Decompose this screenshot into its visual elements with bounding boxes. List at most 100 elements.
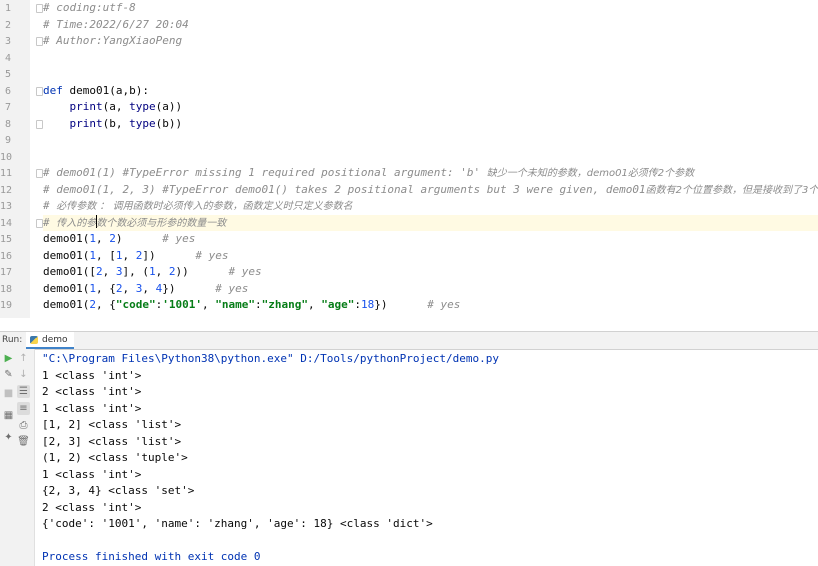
code-token: ,	[155, 265, 169, 278]
code-line: # Time:2022/6/27 20:04	[43, 17, 189, 34]
code-token: print	[69, 100, 103, 113]
soft-wrap-icon[interactable]: ☰	[17, 385, 30, 398]
run-tool-window-header: Run: demo	[0, 331, 818, 350]
console-line: "C:\Program Files\Python38\python.exe" D…	[42, 352, 499, 365]
fold-marker-icon[interactable]	[36, 4, 43, 13]
code-token: (a))	[155, 100, 183, 113]
code-line: print(b, type(b))	[43, 116, 183, 133]
code-token: ,	[307, 298, 322, 311]
line-number: 10	[0, 151, 13, 163]
run-label: Run:	[2, 335, 23, 345]
line-number: 13	[0, 201, 13, 212]
code-token: (a,	[102, 100, 130, 113]
code-token: 1	[89, 248, 96, 262]
code-token: # yes	[215, 281, 249, 295]
code-token: 缺少一个未知的参数，demo01必须传2个参数	[486, 168, 695, 179]
code-token: # Time:2022/6/27 20:04	[43, 17, 189, 31]
code-line: # 必传参数 ： 调用函数时必须传入的参数，函数定义时只定义参数名	[43, 198, 353, 215]
fold-marker-icon[interactable]	[36, 86, 43, 96]
line-number: 14	[0, 217, 13, 229]
console-line: (1, 2) <class 'tuple'>	[42, 451, 188, 464]
code-token: 2	[89, 298, 96, 311]
code-token: (b,	[102, 116, 130, 130]
console-line: 1 <class 'int'>	[42, 401, 142, 415]
line-number: 7	[4, 102, 11, 113]
code-token: # yes	[228, 265, 262, 278]
code-token: demo01(	[43, 232, 90, 245]
console-output[interactable]: "C:\Program Files\Python38\python.exe" D…	[42, 349, 818, 566]
console-line: Process finished with exit code 0	[42, 550, 261, 563]
code-token: 必传参数 ： 调用函数时必须传入的参数，函数定义时只定义参数名	[56, 201, 353, 212]
code-token: "zhang"	[261, 298, 308, 311]
code-token: ))	[175, 265, 229, 278]
code-editor[interactable]: 1 2 3 4 5 6 7 8 9 10 11 12 13 14 15 16 17 18 19 # coding:u…	[0, 0, 818, 318]
console-line: 2 <class 'int'>	[42, 500, 142, 514]
stop-icon[interactable]: ■	[2, 387, 15, 400]
scroll-down-icon[interactable]: ↓	[17, 368, 30, 381]
code-line: # demo01(1) #TypeError missing 1 require…	[43, 165, 694, 182]
code-token: demo01(a,b):	[69, 83, 149, 97]
code-token: "age"	[321, 298, 355, 311]
wrench-icon[interactable]: ✎	[2, 368, 15, 381]
line-number: 5	[4, 69, 11, 80]
code-token: ], (	[122, 265, 149, 278]
code-token: :	[254, 298, 262, 311]
code-token: demo01(	[43, 248, 90, 262]
line-number: 2	[4, 19, 11, 31]
code-token: , {	[95, 281, 116, 295]
line-number: 12	[0, 184, 13, 196]
code-line: demo01(1, [1, 2]) # yes	[43, 248, 228, 265]
code-token: # yes	[162, 232, 196, 245]
pin-icon[interactable]: ✦	[2, 431, 15, 444]
code-line: print(a, type(a))	[43, 99, 183, 116]
code-area[interactable]: # coding:utf-8 # Time:2022/6/27 20:04 # Au…	[43, 0, 818, 318]
code-token: , {	[95, 298, 116, 311]
console-line: 1 <class 'int'>	[42, 467, 142, 481]
code-token: #	[43, 199, 57, 212]
code-token: def	[43, 83, 70, 97]
code-line: # 传入的参数个数必须与形参的数量一致	[43, 214, 818, 231]
line-number: 9	[4, 135, 11, 146]
fold-marker-icon[interactable]	[36, 37, 43, 46]
line-number: 18	[0, 283, 13, 295]
code-line: demo01([2, 3], (1, 2)) # yes	[43, 264, 262, 281]
code-line: def demo01(a,b):	[43, 83, 149, 100]
console-line: 2 <class 'int'>	[42, 385, 142, 398]
code-token: demo01(	[43, 281, 90, 295]
code-line: # demo01(1, 2, 3) #TypeError demo01() ta…	[43, 182, 818, 199]
code-token: 1	[148, 265, 156, 278]
run-tab-label: demo	[42, 334, 68, 345]
scroll-to-end-icon[interactable]: ≡	[17, 402, 30, 415]
fold-marker-icon[interactable]	[36, 119, 43, 129]
print-icon[interactable]: ⎙	[17, 419, 30, 432]
line-number-gutter: 1 2 3 4 5 6 7 8 9 10 11 12 13 14 15 16 17 18 19	[0, 0, 30, 318]
trash-icon[interactable]: 🗑	[17, 435, 30, 448]
code-token: "name"	[215, 298, 255, 311]
line-number: 19	[0, 300, 13, 311]
fold-marker-icon[interactable]	[36, 169, 43, 178]
line-number: 11	[0, 168, 13, 179]
fold-marker-icon[interactable]	[36, 218, 43, 228]
code-token: ])	[142, 248, 196, 262]
line-number: 8	[4, 118, 11, 130]
code-token: 传入的参	[56, 217, 97, 229]
code-token: (b))	[155, 116, 183, 130]
code-line: # Author:YangXiaoPeng	[43, 33, 182, 50]
code-token: 2	[95, 265, 103, 278]
console-line: [1, 2] <class 'list'>	[42, 418, 182, 431]
run-tab-demo[interactable]: demo	[26, 332, 74, 349]
code-token: ,	[122, 281, 136, 295]
layout-icon[interactable]: ▦	[2, 409, 15, 422]
code-token: 数个数必须与形参的数量一致	[96, 217, 227, 229]
code-token: type	[129, 100, 156, 113]
console-line: {'code': '1001', 'name': 'zhang', 'age':…	[42, 517, 433, 530]
code-token: )	[115, 232, 163, 245]
code-token: # Author:YangXiaoPeng	[43, 34, 183, 47]
code-token: })	[162, 281, 216, 295]
code-token: 1	[89, 281, 96, 295]
code-token: print	[69, 116, 103, 130]
rerun-icon[interactable]: ▶	[2, 352, 15, 365]
scroll-up-icon[interactable]: ↑	[17, 352, 30, 365]
